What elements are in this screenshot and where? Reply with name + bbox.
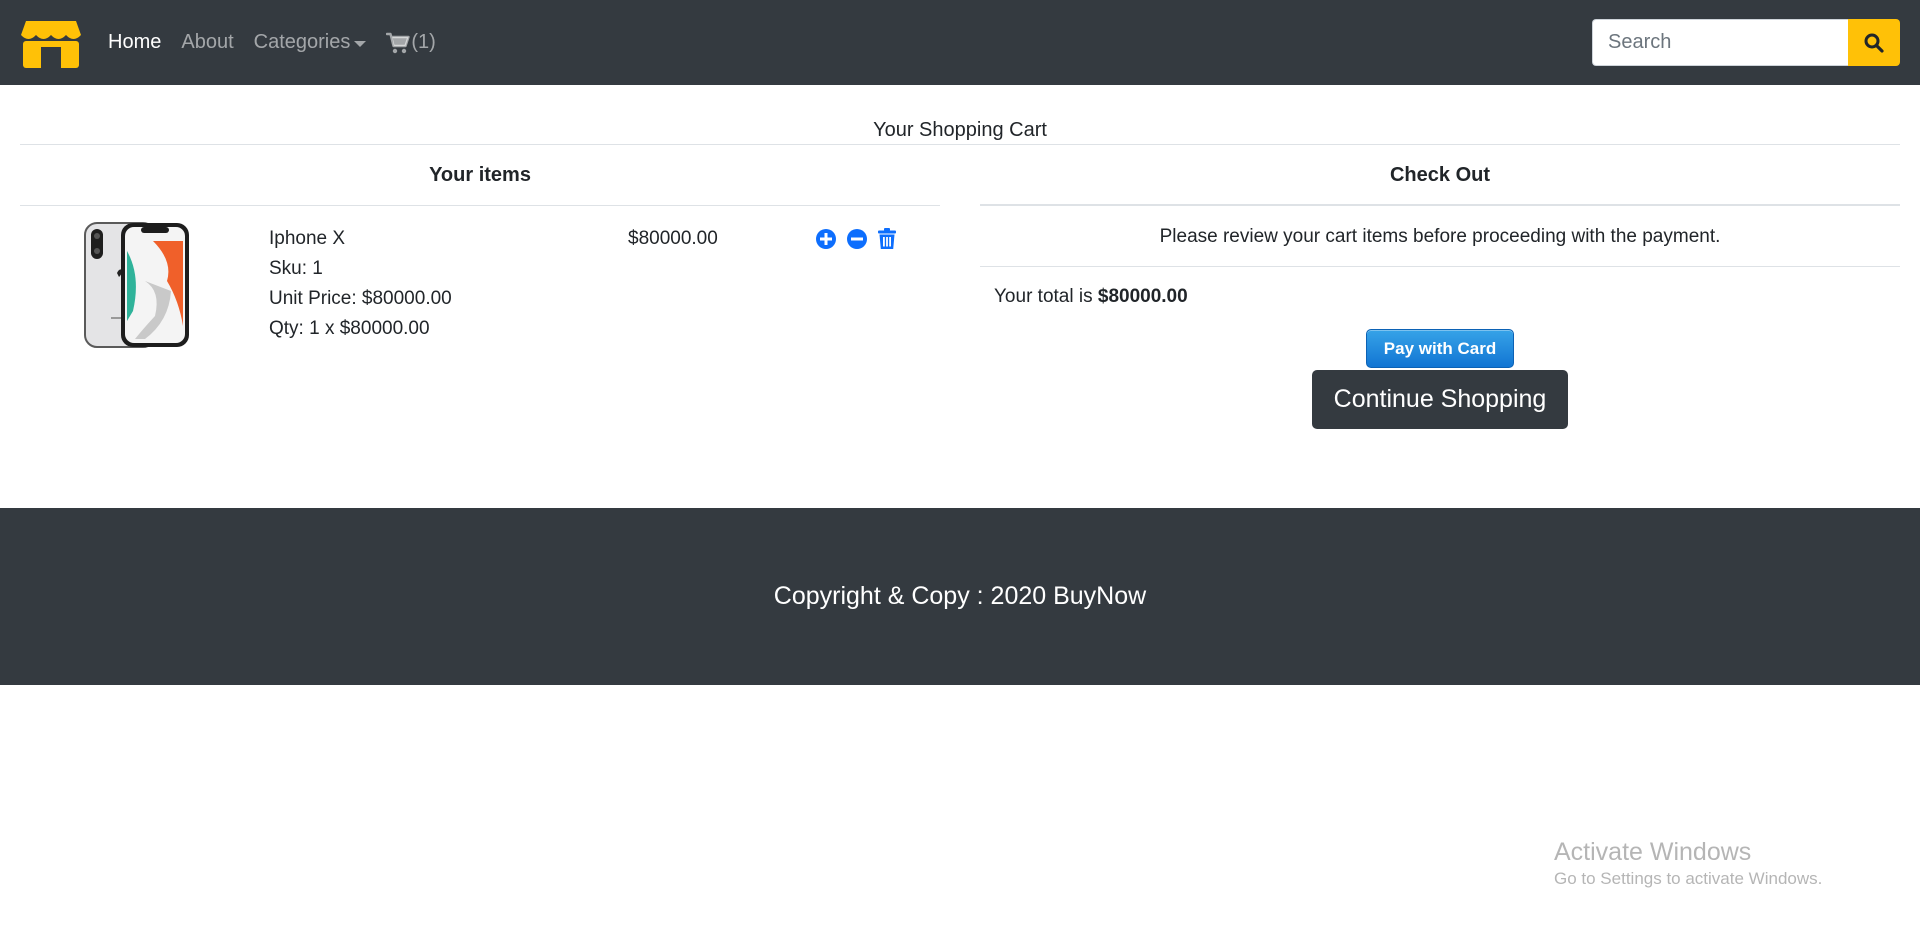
trash-icon [878, 228, 896, 249]
cart-count: (1) [411, 31, 436, 53]
remove-item-button[interactable] [877, 228, 897, 250]
item-details: Iphone X Sku: 1 Unit Price: $80000.00 Qt… [269, 224, 452, 344]
increase-qty-button[interactable] [815, 228, 837, 250]
decrease-qty-button[interactable] [846, 228, 868, 250]
item-price: $80000.00 [628, 228, 718, 249]
iphone-x-image [84, 222, 189, 348]
continue-shopping-button[interactable]: Continue Shopping [1312, 370, 1568, 429]
minus-circle-icon [847, 229, 867, 249]
nav-link-about[interactable]: About [181, 31, 233, 54]
activate-windows-watermark: Activate Windows Go to Settings to activ… [1554, 836, 1822, 890]
item-qty: Qty: 1 x $80000.00 [269, 318, 430, 339]
watermark-subtitle: Go to Settings to activate Windows. [1554, 869, 1823, 888]
item-sku: Sku: 1 [269, 258, 323, 279]
items-header: Your items [20, 145, 940, 206]
cart-items-panel: Your items Iphone X Sku: 1 Unit Price: $… [20, 145, 940, 429]
item-unit-price: Unit Price: $80000.00 [269, 288, 452, 309]
cart-columns: Your items Iphone X Sku: 1 Unit Price: $… [20, 145, 1900, 429]
watermark-title: Activate Windows [1554, 838, 1752, 866]
pay-with-card-button[interactable]: Pay with Card [1366, 329, 1514, 368]
order-total: Your total is $80000.00 [980, 267, 1900, 327]
cart-page: Your Shopping Cart Your items Iphone X S… [0, 85, 1920, 429]
navbar: Home About Categories (1) [0, 0, 1920, 85]
search-button[interactable] [1848, 19, 1900, 66]
nav-cart-link[interactable]: (1) [386, 31, 436, 54]
item-name: Iphone X [269, 228, 346, 249]
checkout-message: Please review your cart items before pro… [980, 206, 1900, 267]
search-input[interactable] [1592, 19, 1848, 66]
total-label: Your total is [994, 286, 1098, 307]
caret-down-icon [354, 40, 367, 47]
cart-item-row: Iphone X Sku: 1 Unit Price: $80000.00 Qt… [20, 206, 940, 348]
plus-circle-icon [816, 229, 836, 249]
total-value: $80000.00 [1097, 286, 1188, 307]
nav-link-home[interactable]: Home [108, 31, 161, 54]
nav-dropdown-categories[interactable]: Categories [254, 31, 367, 54]
footer: Copyright & Copy : 2020 BuyNow [0, 508, 1920, 685]
checkout-header: Check Out [980, 145, 1900, 206]
copyright-text: Copyright & Copy : 2020 BuyNow [773, 582, 1147, 610]
search-form [1592, 19, 1900, 66]
shopping-cart-icon [386, 32, 411, 53]
checkout-panel: Check Out Please review your cart items … [980, 145, 1900, 429]
item-actions [815, 228, 897, 250]
categories-label: Categories [253, 31, 351, 53]
storefront-icon[interactable] [20, 16, 82, 69]
checkout-actions: Pay with Card Continue Shopping [980, 327, 1900, 429]
page-title: Your Shopping Cart [20, 85, 1900, 145]
search-icon [1864, 33, 1884, 53]
